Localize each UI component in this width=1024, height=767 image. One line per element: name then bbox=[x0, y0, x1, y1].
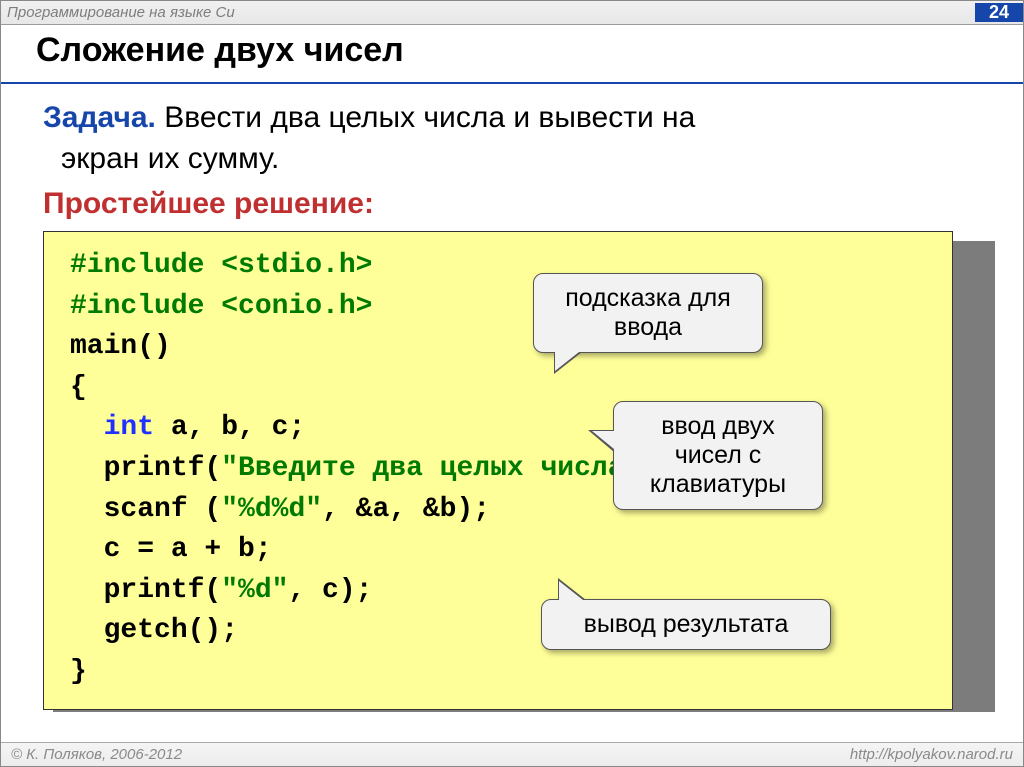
code-l6a: printf( bbox=[70, 453, 221, 484]
footer-left: © К. Поляков, 2006-2012 bbox=[11, 746, 182, 763]
code-l5c: a, b, c; bbox=[154, 412, 305, 443]
code-l11: } bbox=[70, 656, 87, 687]
code-l9a: printf( bbox=[70, 575, 221, 606]
footer-right: http://kpolyakov.narod.ru bbox=[850, 746, 1013, 763]
callout-input: ввод двух чисел с клавиатуры bbox=[613, 401, 823, 510]
callout-hint: подсказка для ввода bbox=[533, 273, 763, 353]
breadcrumb: Программирование на языке Си bbox=[7, 4, 235, 21]
callout-hint-l1: подсказка для bbox=[552, 284, 744, 313]
code-l3: main() bbox=[70, 331, 171, 362]
task-text-1: Ввести два целых числа и вывести на bbox=[156, 101, 695, 134]
callout-tail-inner bbox=[555, 352, 579, 371]
code-wrap: #include <stdio.h> #include <conio.h> ma… bbox=[43, 231, 993, 710]
code-l6b: "Введите два целых числа\n" bbox=[221, 453, 675, 484]
header-bar: Программирование на языке Си 24 bbox=[1, 1, 1023, 25]
content-area: Задача. Ввести два целых числа и вывести… bbox=[1, 84, 1023, 742]
title-row: Сложение двух чисел bbox=[1, 25, 1023, 84]
callout-tail-inner bbox=[592, 431, 614, 449]
code-l8: c = a + b; bbox=[70, 534, 272, 565]
solution-label: Простейшее решение: bbox=[43, 187, 993, 221]
code-l4: { bbox=[70, 372, 87, 403]
callout-input-l1: ввод двух bbox=[632, 412, 804, 441]
callout-hint-l2: ввода bbox=[552, 313, 744, 342]
callout-input-l3: клавиатуры bbox=[632, 470, 804, 499]
code-l7a: scanf ( bbox=[70, 494, 221, 525]
callout-tail-inner bbox=[559, 581, 583, 600]
code-l5b: int bbox=[104, 412, 154, 443]
callout-output: вывод результата bbox=[541, 599, 831, 650]
code-l7b: "%d%d" bbox=[221, 494, 322, 525]
code-l5a bbox=[70, 412, 104, 443]
page-title: Сложение двух чисел bbox=[36, 31, 1023, 70]
code-l2: #include <conio.h> bbox=[70, 291, 372, 322]
code-l10: getch(); bbox=[70, 615, 238, 646]
code-l9c: , c); bbox=[288, 575, 372, 606]
code-l1: #include <stdio.h> bbox=[70, 250, 372, 281]
code-l9b: "%d" bbox=[221, 575, 288, 606]
task-line-2: экран их сумму. bbox=[43, 139, 993, 180]
callout-input-l2: чисел с bbox=[632, 441, 804, 470]
footer-bar: © К. Поляков, 2006-2012 http://kpolyakov… bbox=[1, 742, 1023, 766]
code-l7c: , &a, &b); bbox=[322, 494, 490, 525]
task-line-1: Задача. Ввести два целых числа и вывести… bbox=[43, 98, 993, 139]
callout-output-l1: вывод результата bbox=[560, 610, 812, 639]
page-number: 24 bbox=[975, 3, 1023, 22]
task-label: Задача. bbox=[43, 101, 156, 134]
